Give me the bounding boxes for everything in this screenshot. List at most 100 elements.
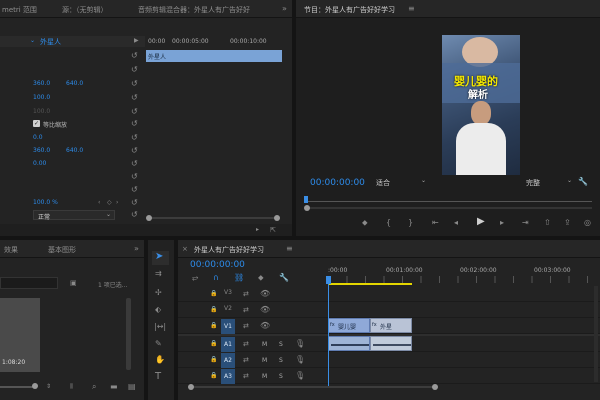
uniform-scale-checkbox[interactable]: ✓ [33,120,40,127]
sync-lock-icon[interactable]: ⇄ [243,356,249,364]
ec-export-frame-icon[interactable]: ⇱ [270,226,276,234]
opacity-value[interactable]: 100.0 % [33,199,58,206]
selection-tool-icon[interactable]: ➤ [155,252,163,262]
eye-icon[interactable]: 👁 [260,306,270,314]
hand-tool-icon[interactable]: ✋ [155,356,165,364]
timeline-playhead-line[interactable] [328,284,329,388]
program-scrubber[interactable] [306,201,592,202]
lift-icon[interactable]: ⇧ [544,219,551,227]
microphone-icon[interactable]: 🎙 [295,356,305,364]
extract-icon[interactable]: ⇪ [564,219,571,227]
sync-lock-icon[interactable]: ⇄ [243,306,249,314]
ec-clip-bar[interactable]: 外星人 [146,50,282,62]
anchor-y-value[interactable]: 640.0 [66,147,83,154]
track-target-v1[interactable]: V1 [221,319,235,334]
program-zoom-handle-left[interactable] [304,205,310,211]
program-video-frame[interactable]: 婴儿婴的 解析 [442,35,520,175]
anti-flicker-value[interactable]: 0.00 [33,160,46,167]
reset-icon[interactable]: ↺ [131,160,138,168]
track-target-a1[interactable]: A1 [221,337,235,352]
mute-button[interactable]: M [262,357,267,364]
add-marker-icon[interactable]: ⬥ [258,274,264,282]
sync-lock-icon[interactable]: ⇄ [243,290,249,298]
audio-clip[interactable] [370,336,412,351]
microphone-icon[interactable]: 🎙 [295,372,305,380]
ec-zoom-scrollbar[interactable] [148,217,278,219]
rotation-value[interactable]: 0.0 [33,134,43,141]
pen-tool-icon[interactable]: ✎ [155,340,162,348]
lock-icon[interactable]: 🔒 [210,356,217,364]
add-marker-icon[interactable]: ⬥ [362,219,368,227]
panel-overflow-icon[interactable]: » [282,5,287,13]
ripple-edit-tool-icon[interactable]: ✢ [155,289,162,297]
program-zoom-scroll[interactable] [306,207,592,209]
program-playhead-marker[interactable] [304,196,308,203]
anchor-x-value[interactable]: 360.0 [33,147,50,154]
timeline-scrollbar[interactable] [190,386,436,388]
work-area-bar[interactable] [329,283,412,285]
solo-button[interactable]: S [279,357,283,364]
track-target-a2[interactable]: A2 [221,353,235,368]
tab-audio-clip-mixer[interactable]: 音频剪辑混合器：外星人有广告好好 [138,5,250,15]
type-tool-icon[interactable]: T [155,372,161,382]
mute-button[interactable]: M [262,373,267,380]
keyframe-next-icon[interactable]: › [116,199,118,207]
panel-divider-vertical-bottom-left[interactable] [144,240,148,400]
timeline-scroll-handle-right[interactable] [432,384,438,390]
close-icon[interactable]: × [182,245,188,253]
timeline-vertical-scrollbar[interactable] [594,286,598,382]
sort-icon[interactable]: ⇕ [46,383,51,391]
go-to-in-icon[interactable]: ⇤ [432,219,439,227]
tab-source[interactable]: 源：（无剪辑） [62,5,108,15]
go-to-out-icon[interactable]: ⇥ [522,219,529,227]
snap-icon[interactable]: ∩ [213,274,219,282]
reset-icon[interactable]: ↺ [131,186,138,194]
reset-icon[interactable]: ↺ [131,199,138,207]
audio-clip[interactable] [328,336,370,351]
reset-icon[interactable]: ↺ [131,211,138,219]
sync-lock-icon[interactable]: ⇄ [243,322,249,330]
solo-button[interactable]: S [279,373,283,380]
timeline-scroll-handle-left[interactable] [188,384,194,390]
scale-value[interactable]: 100.0 [33,94,50,101]
track-target-a3[interactable]: A3 [221,369,235,384]
panel-menu-icon[interactable]: ≡ [408,5,415,13]
new-bin-icon[interactable]: ▣ [70,279,77,287]
reset-icon[interactable]: ↺ [131,108,138,116]
reset-icon[interactable]: ↺ [131,173,138,181]
automate-icon[interactable]: ⫼ [70,383,73,391]
search-icon[interactable]: ⌕ [92,383,96,391]
panel-divider-vertical-top[interactable] [292,0,296,236]
lock-icon[interactable]: 🔒 [210,306,217,314]
clip-selector-arrow-icon[interactable]: ⌄ [30,37,35,44]
ec-play-only-icon[interactable]: ▸ [256,226,259,234]
new-item-icon[interactable]: ▤ [128,383,136,391]
reset-icon[interactable]: ↺ [131,66,138,74]
ec-zoom-handle-left[interactable] [146,215,152,221]
project-scrollbar[interactable] [126,298,131,370]
keyframe-prev-icon[interactable]: ‹ [98,199,100,207]
fit-select[interactable]: 适合 ⌄ [374,177,428,187]
step-back-icon[interactable]: ◂ [454,219,458,227]
reset-icon[interactable]: ↺ [131,52,138,60]
video-clip[interactable]: fx 婴儿婴 [328,318,370,333]
lock-icon[interactable]: 🔒 [210,322,217,330]
folder-icon[interactable]: ▬ [110,383,118,391]
reset-icon[interactable]: ↺ [131,80,138,88]
project-search-input[interactable] [0,277,58,289]
microphone-icon[interactable]: 🎙 [295,340,305,348]
track-target-v2[interactable]: V2 [221,305,235,316]
clip-selector-name[interactable]: 外星人 [40,37,61,47]
sync-lock-icon[interactable]: ⇄ [243,372,249,380]
reset-icon[interactable]: ↺ [131,134,138,142]
lock-icon[interactable]: 🔒 [210,372,217,380]
wrench-icon[interactable]: 🔧 [279,274,289,282]
ruler-ticks[interactable] [328,276,600,283]
tab-effects[interactable]: 效果 [4,245,18,255]
reset-icon[interactable]: ↺ [131,147,138,155]
play-icon[interactable]: ▶ [477,217,485,227]
video-clip[interactable]: fx 外星 [370,318,412,333]
panel-menu-icon[interactable]: ≡ [286,245,293,253]
sync-lock-icon[interactable]: ⇄ [243,340,249,348]
play-clip-icon[interactable]: ▶ [134,37,139,45]
